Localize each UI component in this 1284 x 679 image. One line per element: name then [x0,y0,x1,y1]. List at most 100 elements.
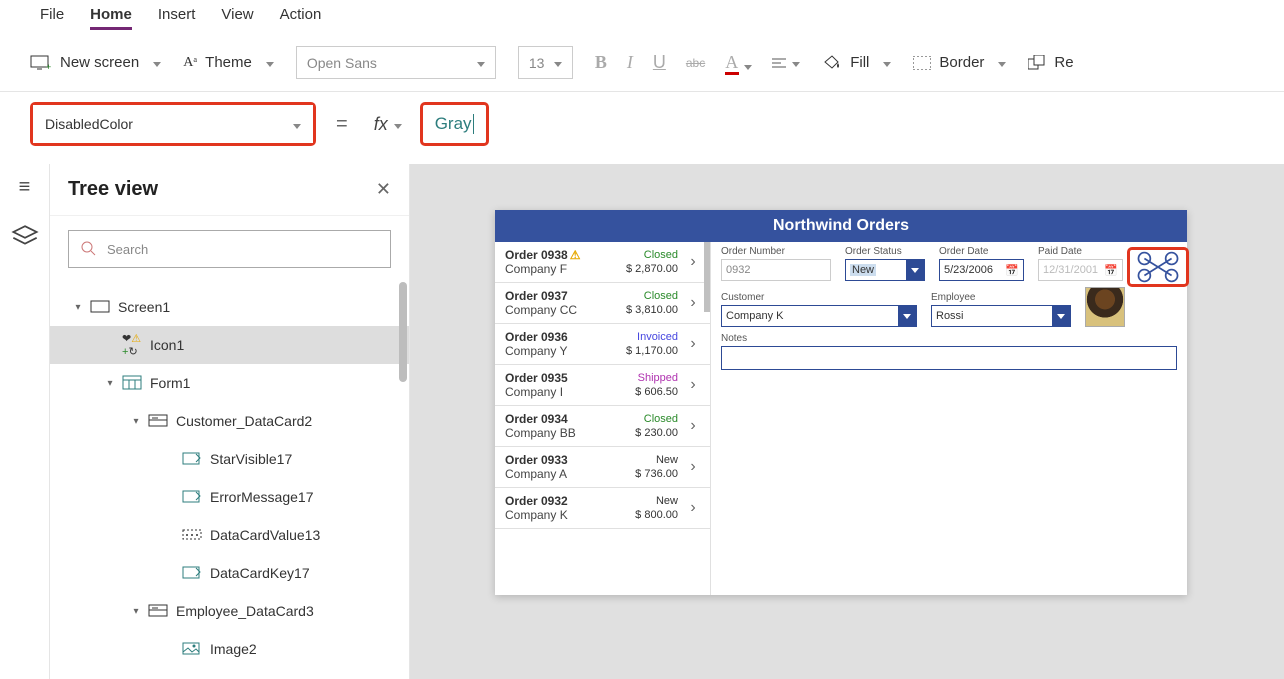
fill-icon [822,54,842,72]
tree-item[interactable]: ▾Customer_DataCard2 [50,402,409,440]
italic-button[interactable]: I [627,52,633,73]
order-number-value: 0932 [721,259,831,281]
menu-action[interactable]: Action [280,6,322,30]
border-label: Border [939,54,984,71]
notes-input[interactable] [721,346,1177,370]
employee-value: Rossi [936,310,964,322]
reorder-button[interactable]: Re [1028,54,1073,71]
chevron-right-icon: › [684,417,702,435]
tree-search-input[interactable]: Search [68,230,391,268]
fill-label: Fill [850,54,869,71]
chevron-right-icon: › [684,294,702,312]
tree-item-label: DataCardKey17 [210,565,310,581]
tree-item[interactable]: ❤⚠+↻Icon1 [50,326,409,364]
border-icon [913,56,931,70]
employee-select[interactable]: Rossi [931,305,1071,327]
app-preview: Northwind Orders Order 0938⚠Closed›Compa… [495,210,1187,595]
search-placeholder: Search [107,242,148,257]
order-list-item[interactable]: Order 0937Closed›Company CC$ 3,810.00 [495,283,710,324]
order-number-label: Order Number [721,246,831,257]
paid-date-input[interactable]: 12/31/2001📅 [1038,259,1123,281]
order-list-item[interactable]: Order 0938⚠Closed›Company F$ 2,870.00 [495,242,710,283]
hamburger-icon[interactable]: ≡ [19,176,31,199]
order-status-select[interactable]: New [845,259,925,281]
tree-item[interactable]: Image2 [50,630,409,668]
selection-handles[interactable] [1127,247,1189,287]
theme-label: Theme [205,54,252,71]
formula-bar: DisabledColor = fx Gray [0,92,1284,164]
new-screen-button[interactable]: + New screen [30,54,161,71]
tree-item-label: Image2 [210,641,257,657]
tree-item-label: StarVisible17 [210,451,292,467]
tree-item[interactable]: ErrorMessage17 [50,478,409,516]
order-list-item[interactable]: Order 0933New›Company A$ 736.00 [495,447,710,488]
font-select[interactable]: Open Sans [296,46,496,79]
equals-sign: = [336,113,348,136]
order-list-item[interactable]: Order 0935Shipped›Company I$ 606.50 [495,365,710,406]
font-size-value: 13 [529,55,545,71]
underline-button[interactable]: U [653,52,666,73]
menu-insert[interactable]: Insert [158,6,196,30]
fx-button[interactable]: fx [368,105,408,143]
card-icon [148,604,176,618]
property-select[interactable]: DisabledColor [33,105,313,143]
border-button[interactable]: Border [913,54,1006,71]
menu-bar: File Home Insert View Action [0,0,1284,38]
tree-item[interactable]: DataCardValue13 [50,516,409,554]
menu-home[interactable]: Home [90,6,132,30]
customer-value: Company K [726,310,783,322]
order-detail-form: Order Number0932 Order StatusNew Order D… [711,242,1187,595]
customer-select[interactable]: Company K [721,305,917,327]
order-date-value: 5/23/2006 [944,264,993,276]
form-icon [122,375,150,391]
label-icon [182,566,210,580]
ribbon: + New screen Aᵃ Theme Open Sans 13 B I U… [0,38,1284,92]
employee-label: Employee [931,292,1071,303]
menu-file[interactable]: File [40,6,64,30]
tree-item-label: DataCardValue13 [210,527,320,543]
search-icon [81,241,97,257]
chevron-right-icon: › [684,376,702,394]
font-size-select[interactable]: 13 [518,46,573,79]
theme-button[interactable]: Aᵃ Theme [183,54,274,71]
bold-button[interactable]: B [595,52,607,73]
fx-label: fx [374,114,388,135]
order-list-item[interactable]: Order 0934Closed›Company BB$ 230.00 [495,406,710,447]
close-icon[interactable]: ✕ [376,179,391,200]
reorder-icon [1028,55,1046,71]
order-list[interactable]: Order 0938⚠Closed›Company F$ 2,870.00Ord… [495,242,711,595]
label-icon [182,490,210,504]
tree-item[interactable]: DataCardKey17 [50,554,409,592]
order-list-item[interactable]: Order 0932New›Company K$ 800.00 [495,488,710,529]
tree-item-label: Form1 [150,375,190,391]
menu-view[interactable]: View [221,6,253,30]
tree-scrollbar[interactable] [399,282,407,382]
app-title: Northwind Orders [495,210,1187,242]
paid-date-value: 12/31/2001 [1043,264,1098,276]
tree-item[interactable]: ▾Screen1 [50,288,409,326]
property-value: DisabledColor [45,116,133,132]
tree-item[interactable]: StarVisible17 [50,440,409,478]
strike-button[interactable]: abc [686,56,705,70]
fill-button[interactable]: Fill [822,54,891,72]
tree-item[interactable]: ▾Form1 [50,364,409,402]
order-date-input[interactable]: 5/23/2006📅 [939,259,1024,281]
font-value: Open Sans [307,55,377,71]
svg-text:+: + [46,62,51,71]
order-list-item[interactable]: Order 0936Invoiced›Company Y$ 1,170.00 [495,324,710,365]
formula-input[interactable]: Gray [423,105,486,143]
screen-icon: + [30,55,52,71]
order-list-scrollbar[interactable] [704,242,710,312]
align-button[interactable] [772,58,786,68]
font-color-button[interactable]: A [725,52,752,73]
employee-avatar [1085,287,1125,327]
new-screen-label: New screen [60,54,139,71]
input-icon [182,529,210,541]
tree-view-tab[interactable] [11,223,39,247]
main-area: ≡ Tree view ✕ Search ▾Screen1❤⚠+↻Icon1▾F… [0,164,1284,679]
tree-item[interactable]: ▾Employee_DataCard3 [50,592,409,630]
image-icon [182,642,210,656]
canvas: Northwind Orders Order 0938⚠Closed›Compa… [410,164,1284,679]
label-icon [182,452,210,466]
icon-icon: ❤⚠+↻ [122,332,150,358]
